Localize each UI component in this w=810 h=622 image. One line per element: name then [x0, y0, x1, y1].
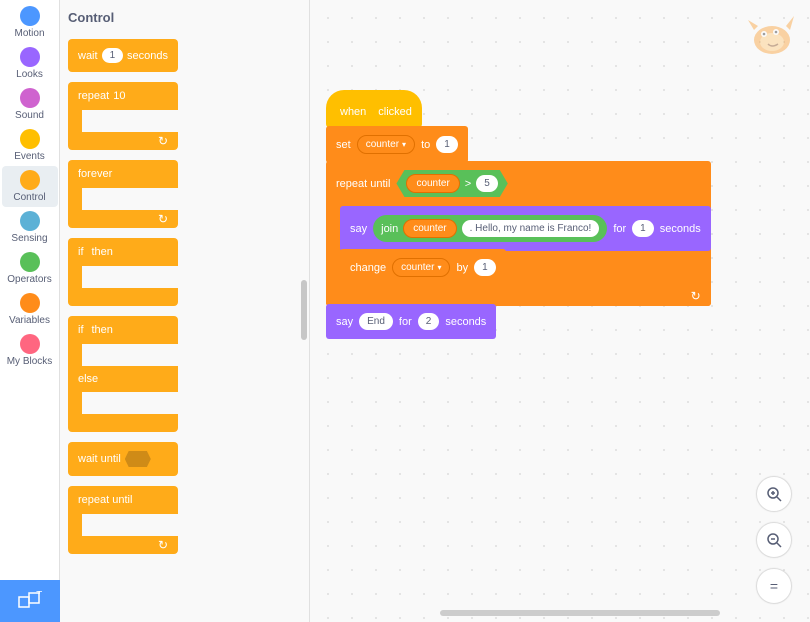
set-variable-block[interactable]: set counter to 1	[326, 126, 468, 163]
palette-scrollbar[interactable]	[301, 280, 307, 340]
join-operator[interactable]: join counter . Hello, my name is Franco!	[373, 215, 607, 242]
palette-wait-until-block[interactable]: wait until	[68, 442, 178, 476]
number-input[interactable]: 1	[474, 259, 496, 276]
myblocks-dot-icon	[20, 334, 40, 354]
variables-dot-icon	[20, 293, 40, 313]
greater-than-operator[interactable]: counter > 5	[396, 170, 507, 197]
hex-input-icon	[125, 451, 151, 467]
number-input[interactable]: 1	[436, 136, 458, 153]
motion-dot-icon	[20, 6, 40, 26]
workspace[interactable]: when clicked set counter to 1 repeat unt…	[310, 0, 810, 622]
zoom-reset-button[interactable]: =	[756, 568, 792, 604]
repeat-until-block[interactable]: repeat until counter > 5 say join counte…	[326, 161, 711, 306]
extension-icon: +	[18, 591, 42, 611]
say-for-seconds-block[interactable]: say End for 2 seconds	[326, 304, 496, 339]
category-sensing[interactable]: Sensing	[2, 207, 58, 248]
events-dot-icon	[20, 129, 40, 149]
category-variables[interactable]: Variables	[2, 289, 58, 330]
palette-if-block[interactable]: ifthen	[68, 238, 178, 306]
say-for-seconds-block[interactable]: say join counter . Hello, my name is Fra…	[340, 206, 711, 251]
variable-dropdown[interactable]: counter	[392, 258, 450, 277]
category-myblocks[interactable]: My Blocks	[2, 330, 58, 371]
zoom-in-button[interactable]	[756, 476, 792, 512]
text-input[interactable]: End	[359, 313, 393, 330]
sound-dot-icon	[20, 88, 40, 108]
script-stack[interactable]: when clicked set counter to 1 repeat unt…	[326, 90, 711, 339]
looks-dot-icon	[20, 47, 40, 67]
category-motion[interactable]: Motion	[2, 2, 58, 43]
number-input[interactable]: 2	[418, 313, 440, 330]
sensing-dot-icon	[20, 211, 40, 231]
palette-wait-block[interactable]: wait 1 seconds	[68, 39, 178, 72]
category-sound[interactable]: Sound	[2, 84, 58, 125]
sprite-watermark-icon	[744, 10, 800, 60]
palette-if-else-block[interactable]: ifthen else	[68, 316, 178, 432]
when-flag-clicked-block[interactable]: when clicked	[326, 90, 422, 128]
zoom-in-icon	[766, 486, 782, 502]
category-looks[interactable]: Looks	[2, 43, 58, 84]
zoom-controls: =	[756, 476, 792, 604]
variable-reporter[interactable]: counter	[403, 219, 456, 238]
operators-dot-icon	[20, 252, 40, 272]
block-palette: Control wait 1 seconds repeat10 forever …	[60, 0, 310, 622]
category-rail: Motion Looks Sound Events Control Sensin…	[0, 0, 60, 622]
change-variable-block[interactable]: change counter by 1	[340, 249, 506, 286]
svg-text:+: +	[36, 591, 42, 598]
control-dot-icon	[20, 170, 40, 190]
number-input[interactable]: 5	[476, 175, 498, 192]
palette-forever-block[interactable]: forever	[68, 160, 178, 228]
palette-repeat-until-block[interactable]: repeat until	[68, 486, 178, 554]
palette-repeat-block[interactable]: repeat10	[68, 82, 178, 150]
palette-title: Control	[68, 10, 309, 25]
number-input[interactable]: 1	[632, 220, 654, 237]
zoom-out-button[interactable]	[756, 522, 792, 558]
text-input[interactable]: . Hello, my name is Franco!	[462, 220, 600, 237]
zoom-out-icon	[766, 532, 782, 548]
variable-reporter[interactable]: counter	[406, 174, 459, 193]
category-events[interactable]: Events	[2, 125, 58, 166]
variable-dropdown[interactable]: counter	[357, 135, 415, 154]
extension-button[interactable]: +	[0, 580, 60, 622]
category-operators[interactable]: Operators	[2, 248, 58, 289]
workspace-h-scrollbar[interactable]	[440, 610, 720, 616]
category-control[interactable]: Control	[2, 166, 58, 207]
